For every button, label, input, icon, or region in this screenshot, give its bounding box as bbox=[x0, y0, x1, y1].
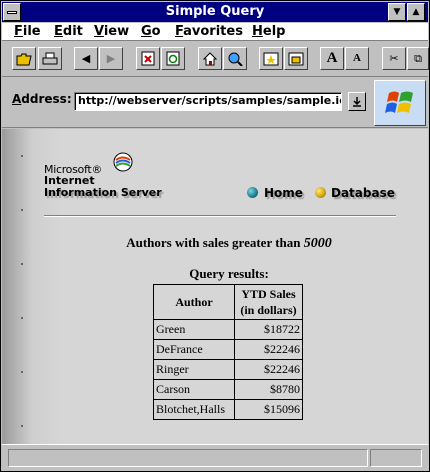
increase-font-icon[interactable]: A bbox=[320, 47, 344, 70]
back-button[interactable]: ◀ bbox=[74, 47, 98, 70]
stop-glyph bbox=[141, 51, 155, 66]
threshold-value: 5000 bbox=[303, 236, 332, 251]
table-row: Ringer $22246 bbox=[153, 359, 303, 380]
sales-cell: $8780 bbox=[234, 379, 303, 400]
house-glyph bbox=[202, 52, 218, 66]
margin-bullet bbox=[21, 155, 23, 157]
home-link[interactable]: Home bbox=[264, 186, 303, 200]
stop-icon[interactable] bbox=[136, 47, 160, 70]
home-icon[interactable] bbox=[198, 47, 222, 70]
iis-logo-icon bbox=[113, 152, 133, 172]
address-dropdown-button[interactable] bbox=[348, 92, 366, 111]
cut-icon[interactable]: ✂ bbox=[382, 47, 406, 70]
results-table: Author YTD Sales (in dollars) Green $18722… bbox=[153, 284, 303, 420]
magnifier-glyph bbox=[228, 52, 243, 67]
sales-cell: $22246 bbox=[234, 339, 303, 360]
address-bar: Address: http://webserver/scripts/sample… bbox=[2, 78, 428, 128]
database-bullet-icon bbox=[315, 187, 326, 198]
toolbar: ◀ ▶ A A ✂ ⧉ bbox=[2, 42, 429, 77]
favorites-icon[interactable] bbox=[259, 47, 283, 70]
menu-file[interactable]: File bbox=[14, 24, 41, 39]
status-panel-main bbox=[8, 449, 368, 467]
forward-button[interactable]: ▶ bbox=[99, 47, 123, 70]
status-panel-zone bbox=[370, 449, 422, 467]
page-content: Microsoft® Internet Information Server H… bbox=[2, 129, 428, 444]
menu-help[interactable]: Help bbox=[252, 24, 285, 39]
search-icon[interactable] bbox=[223, 47, 247, 70]
query-results-label: Query results: bbox=[189, 266, 269, 281]
minimize-button[interactable]: ▼ bbox=[388, 3, 406, 21]
table-row: Green $18722 bbox=[153, 319, 303, 340]
author-cell: Blotchet,Halls bbox=[153, 399, 235, 420]
margin-bullet bbox=[21, 263, 23, 265]
address-input[interactable]: http://webserver/scripts/samples/sample.… bbox=[74, 92, 342, 111]
home-bullet-icon bbox=[247, 187, 258, 198]
download-arrow-icon bbox=[353, 97, 361, 107]
address-label: Address: bbox=[12, 92, 72, 106]
printer-glyph bbox=[42, 52, 58, 65]
margin-bullet bbox=[21, 209, 23, 211]
refresh-icon[interactable] bbox=[161, 47, 185, 70]
window-title: Simple Query bbox=[165, 4, 265, 19]
sales-cell: $18722 bbox=[234, 319, 303, 340]
margin-bullet bbox=[21, 425, 23, 427]
author-cell: Green bbox=[153, 319, 235, 340]
print-icon[interactable] bbox=[38, 47, 62, 70]
menu-go[interactable]: Go bbox=[141, 24, 161, 39]
title-bar: Simple Query ▼ ▲ bbox=[2, 2, 428, 22]
logo-information-server-text: Information Server bbox=[44, 186, 162, 199]
favorites-folder-glyph bbox=[288, 52, 304, 66]
table-row: Carson $8780 bbox=[153, 379, 303, 400]
menu-view[interactable]: View bbox=[94, 24, 129, 39]
author-cell: Carson bbox=[153, 379, 235, 400]
author-cell: Ringer bbox=[153, 359, 235, 380]
sales-cell: $22246 bbox=[234, 359, 303, 380]
sales-cell: $15096 bbox=[234, 399, 303, 420]
windows-logo-icon bbox=[374, 80, 426, 126]
author-cell: DeFrance bbox=[153, 339, 235, 360]
database-link[interactable]: Database bbox=[331, 186, 395, 200]
browser-window: Simple Query ▼ ▲ File Edit View Go Favor… bbox=[0, 0, 430, 472]
favorites-glyph bbox=[263, 52, 279, 66]
page-heading: Authors with sales greater than 5000 bbox=[126, 235, 332, 251]
sales-column-header: YTD Sales (in dollars) bbox=[234, 284, 303, 320]
margin-bullet bbox=[21, 371, 23, 373]
open-favorites-icon[interactable] bbox=[284, 47, 308, 70]
refresh-glyph bbox=[166, 51, 180, 66]
windows-flag-glyph bbox=[375, 81, 425, 125]
folder-glyph bbox=[16, 53, 32, 66]
decrease-font-icon[interactable]: A bbox=[345, 47, 369, 70]
open-folder-icon[interactable] bbox=[12, 47, 36, 70]
author-column-header: Author bbox=[153, 284, 235, 320]
table-row: Blotchet,Halls $15096 bbox=[153, 399, 303, 420]
copy-icon[interactable]: ⧉ bbox=[407, 47, 429, 70]
menu-bar: File Edit View Go Favorites Help bbox=[2, 23, 428, 41]
margin-bullet bbox=[21, 317, 23, 319]
menu-favorites[interactable]: Favorites bbox=[175, 24, 243, 39]
divider bbox=[44, 215, 396, 217]
status-bar bbox=[2, 444, 428, 471]
menu-edit[interactable]: Edit bbox=[54, 24, 83, 39]
table-row: DeFrance $22246 bbox=[153, 339, 303, 360]
table-header-row: Author YTD Sales (in dollars) bbox=[153, 284, 303, 320]
maximize-button[interactable]: ▲ bbox=[407, 3, 425, 21]
